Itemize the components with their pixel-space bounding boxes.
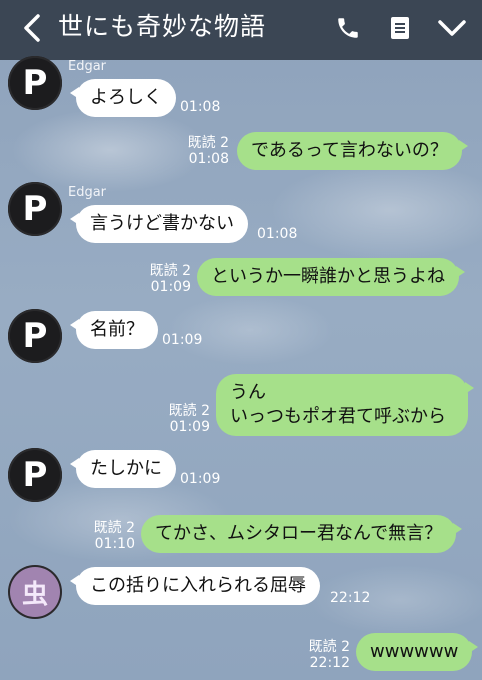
message-time: 22:12	[309, 655, 350, 671]
avatar[interactable]: P	[8, 448, 62, 502]
message-bubble[interactable]: たしかに	[70, 450, 176, 488]
notes-icon	[388, 15, 412, 45]
message-meta: 既読 2 01:09	[150, 403, 210, 435]
message-line: うん	[230, 382, 266, 403]
message-meta: 既読 2 22:12	[290, 639, 350, 671]
message-time: 01:10	[94, 536, 135, 552]
chat-header: 世にも奇妙な物語	[0, 0, 482, 60]
sender-name: Edgar	[68, 59, 107, 74]
read-receipt: 既読 2	[187, 135, 229, 151]
menu-button[interactable]	[432, 10, 472, 50]
avatar[interactable]: 虫	[8, 565, 62, 619]
read-receipt: 既読 2	[308, 639, 350, 655]
read-receipt: 既読 2	[149, 263, 191, 279]
message-bubble[interactable]: よろしく	[70, 79, 176, 117]
avatar[interactable]: P	[8, 56, 62, 110]
message-time: 01:08	[180, 99, 221, 115]
message-bubble[interactable]: というか一瞬誰かと思うよね	[197, 258, 465, 296]
read-receipt: 既読 2	[168, 403, 210, 419]
message-time: 22:12	[330, 590, 371, 606]
message-bubble[interactable]: wwwwww	[356, 633, 479, 671]
message-time: 01:09	[162, 332, 203, 348]
message-bubble[interactable]: てかさ、ムシタロー君なんで無言？	[141, 515, 463, 553]
phone-icon	[335, 15, 361, 45]
avatar[interactable]: P	[8, 309, 62, 363]
message-bubble[interactable]: この括りに入れられる屈辱	[70, 567, 320, 605]
message-bubble[interactable]: 言うけど書かない	[70, 205, 248, 243]
avatar[interactable]: P	[8, 182, 62, 236]
message-time: 01:09	[180, 471, 221, 487]
message-bubble[interactable]: うん いっつもポオ君て呼ぶから	[216, 374, 474, 436]
notes-button[interactable]	[380, 10, 420, 50]
message-time: 01:08	[188, 151, 229, 167]
call-button[interactable]	[328, 10, 368, 50]
message-meta: 既読 2 01:10	[75, 520, 135, 552]
message-time: 01:08	[257, 226, 298, 242]
message-bubble[interactable]: 名前？	[70, 311, 158, 349]
message-time: 01:09	[150, 279, 191, 295]
back-button[interactable]	[14, 10, 50, 50]
chevron-left-icon	[22, 13, 42, 47]
message-meta: 既読 2 01:08	[169, 135, 229, 167]
message-line: いっつもポオ君て呼ぶから	[230, 406, 446, 427]
read-receipt: 既読 2	[93, 520, 135, 536]
message-meta: 既読 2 01:09	[131, 263, 191, 295]
chat-title: 世にも奇妙な物語	[58, 12, 267, 41]
sender-name: Edgar	[68, 185, 107, 200]
chevron-down-icon	[437, 18, 467, 42]
message-time: 01:09	[169, 419, 210, 435]
message-bubble[interactable]: であるって言わないの？	[237, 132, 468, 170]
